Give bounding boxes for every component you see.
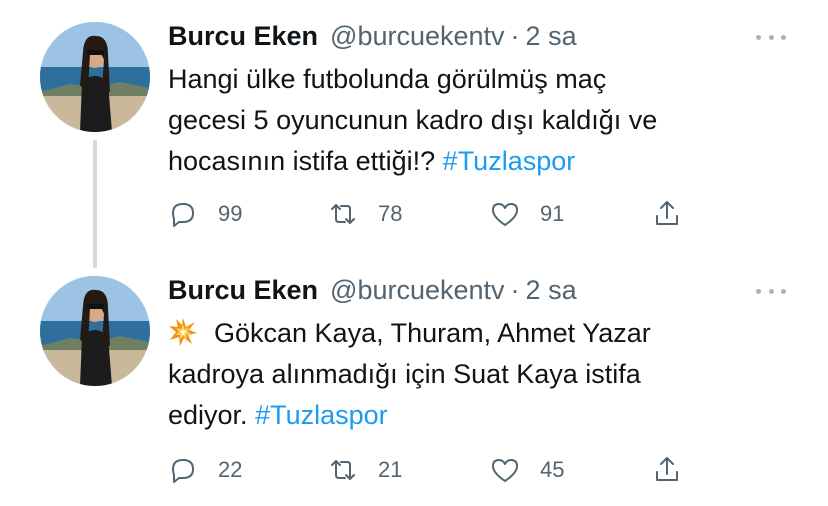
like-count: 91 — [540, 201, 565, 226]
text-line: kadroya alınmadığı için Suat Kaya istifa — [168, 359, 641, 389]
author-name[interactable]: Burcu Eken — [168, 275, 318, 306]
timestamp[interactable]: 2 sa — [526, 275, 577, 306]
hashtag-link[interactable]: #Tuzlaspor — [255, 400, 388, 430]
collision-emoji-icon — [169, 318, 197, 346]
reply-icon — [172, 203, 194, 227]
avatar[interactable] — [40, 276, 150, 386]
share-button[interactable] — [652, 197, 682, 231]
share-button[interactable] — [652, 453, 682, 487]
retweet-icon — [331, 460, 355, 480]
like-count: 45 — [540, 457, 565, 482]
tweet-actions: 99 78 91 — [168, 197, 708, 231]
share-icon — [656, 457, 678, 481]
reply-count: 99 — [218, 201, 243, 226]
separator: · — [510, 20, 520, 51]
avatar[interactable] — [40, 22, 150, 132]
text-line: gecesi 5 oyuncunun kadro dışı kaldığı ve — [168, 105, 658, 135]
author-handle[interactable]: @burcuekentv — [330, 275, 505, 306]
text-segment: hocasının istifa ettiği!? — [168, 146, 436, 176]
separator: · — [510, 274, 520, 305]
text-segment: ediyor. — [168, 400, 248, 430]
text-segment: Gökcan Kaya, Thuram, Ahmet Yazar — [214, 318, 651, 348]
timestamp[interactable]: 2 sa — [526, 21, 577, 52]
retweet-count: 78 — [378, 201, 403, 226]
tweet-actions: 22 21 45 — [168, 453, 708, 487]
author-name[interactable]: Burcu Eken — [168, 21, 318, 52]
more-icon[interactable] — [756, 27, 786, 47]
tweet-text: Gökcan Kaya, Thuram, Ahmet Yazar kadroya… — [168, 313, 788, 436]
retweet-icon — [331, 204, 355, 224]
reply-icon — [172, 459, 194, 483]
text-line: Hangi ülke futbolunda görülmüş maç — [168, 64, 607, 94]
hashtag-link[interactable]: #Tuzlaspor — [443, 146, 576, 176]
text-line: hocasının istifa ettiği!? #Tuzlaspor — [168, 141, 788, 182]
retweet-count: 21 — [378, 457, 403, 482]
text-line: Gökcan Kaya, Thuram, Ahmet Yazar — [168, 313, 788, 354]
tweet-header: Burcu Eken @burcuekentv · 2 sa — [168, 273, 577, 307]
reply-button[interactable]: 22 — [168, 453, 242, 487]
more-icon[interactable] — [756, 281, 786, 301]
retweet-button[interactable]: 21 — [328, 453, 402, 487]
reply-button[interactable]: 99 — [168, 197, 242, 231]
tweet-text: Hangi ülke futbolunda görülmüş maç geces… — [168, 59, 788, 182]
like-button[interactable]: 91 — [490, 197, 564, 231]
text-line: ediyor. #Tuzlaspor — [168, 395, 788, 436]
thread-connector — [93, 140, 97, 268]
tweet-header: Burcu Eken @burcuekentv · 2 sa — [168, 19, 577, 53]
share-icon — [656, 201, 678, 225]
like-icon — [492, 203, 518, 226]
like-icon — [492, 459, 518, 482]
reply-count: 22 — [218, 457, 243, 482]
author-handle[interactable]: @burcuekentv — [330, 21, 505, 52]
retweet-button[interactable]: 78 — [328, 197, 402, 231]
like-button[interactable]: 45 — [490, 453, 564, 487]
